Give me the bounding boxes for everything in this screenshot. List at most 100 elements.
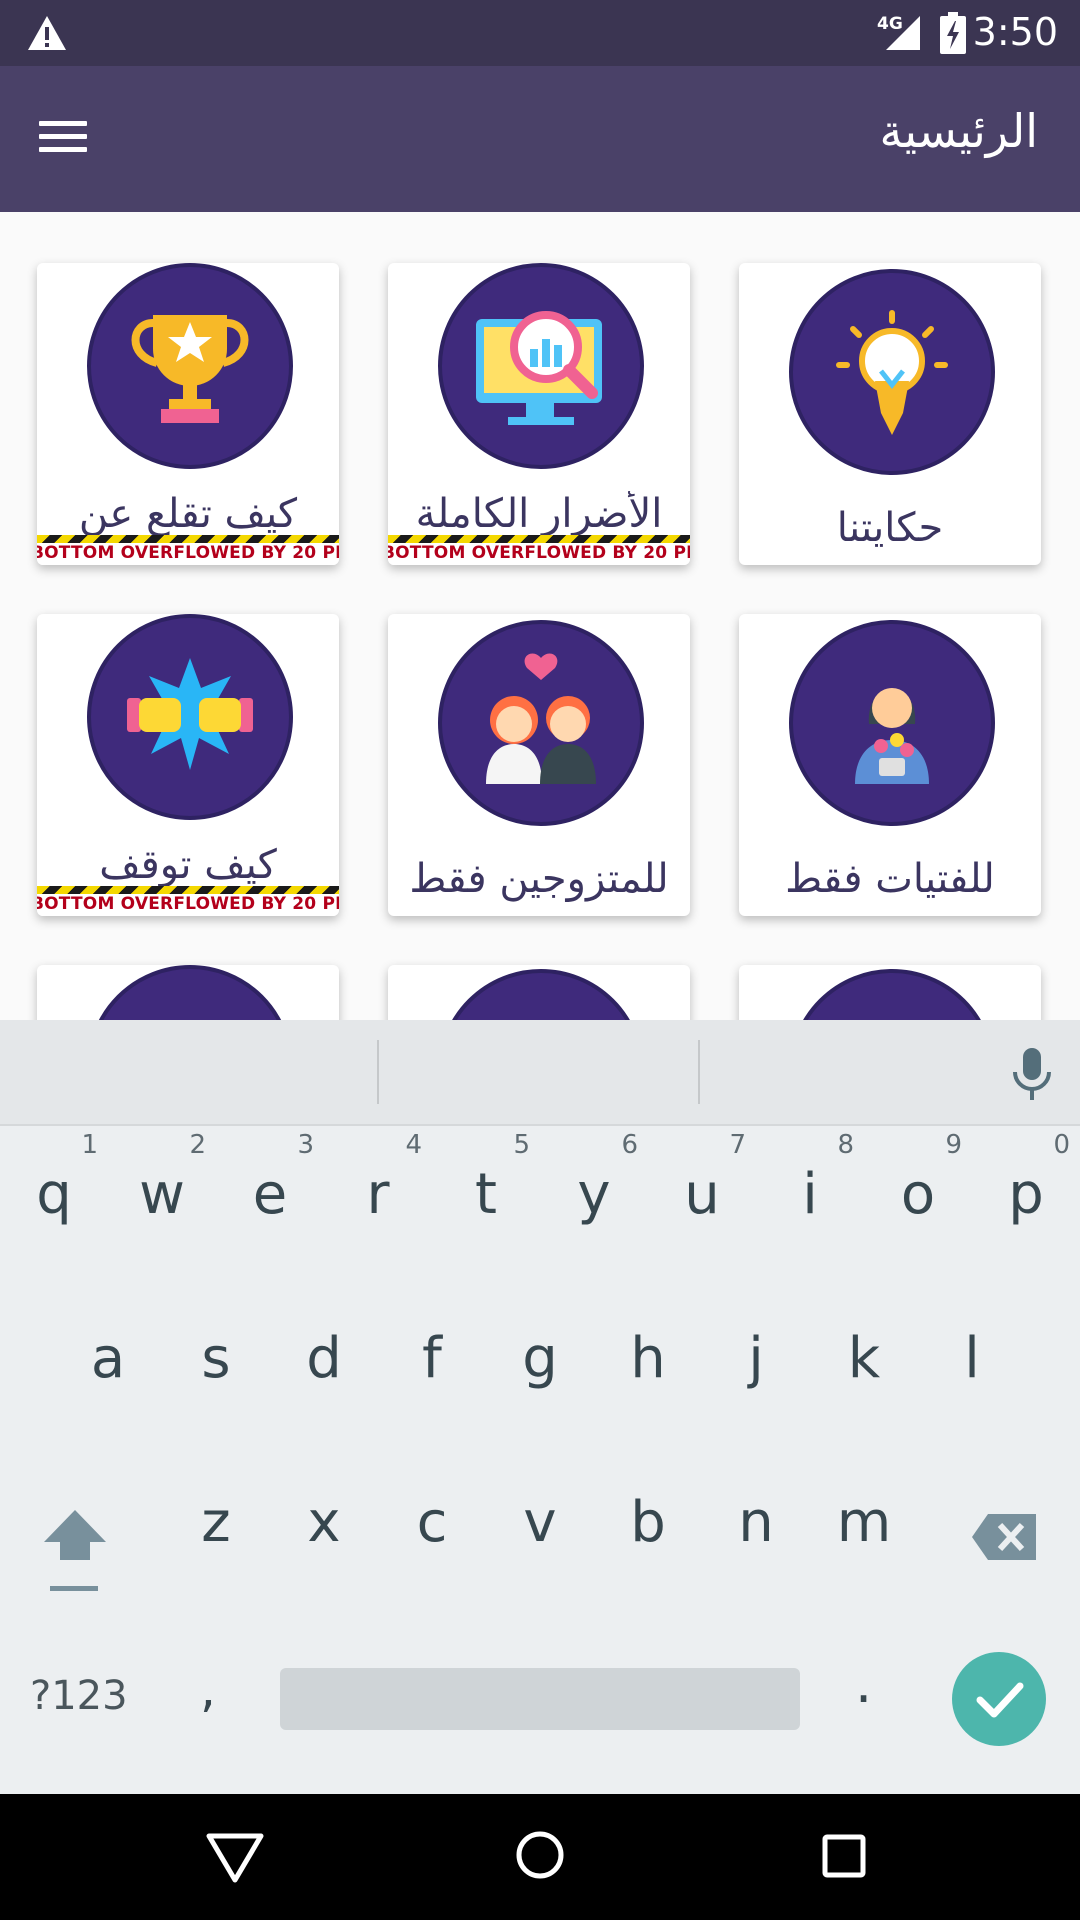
menu-icon-line (39, 147, 87, 152)
card-label: الأضرار الكاملة (415, 491, 663, 537)
monitor-analytics-icon (476, 311, 602, 425)
key-label: p (1008, 1162, 1044, 1227)
key-e[interactable]: 3e (216, 1124, 324, 1274)
key-label: z (201, 1490, 231, 1555)
key-label: m (836, 1490, 892, 1555)
key-y[interactable]: 6y (540, 1124, 648, 1274)
app-bar: الرئيسية (0, 66, 1080, 212)
warning-icon (28, 16, 66, 50)
key-label: w (139, 1162, 185, 1227)
key-label: a (90, 1326, 126, 1391)
key-d[interactable]: d (270, 1288, 378, 1438)
key-k[interactable]: k (810, 1288, 918, 1438)
card-icon-circle (789, 969, 995, 1020)
overflow-text: BOTTOM OVERFLOWED BY 20 PIXELS (37, 543, 339, 565)
woman-with-flowers-icon (855, 688, 929, 784)
key-label: t (475, 1162, 497, 1227)
key-w[interactable]: 2w (108, 1124, 216, 1274)
suggestion-divider (698, 1040, 700, 1104)
key-hint: 5 (513, 1130, 530, 1160)
overflow-warning: BOTTOM OVERFLOWED BY 20 PIXELS (37, 535, 339, 565)
key-g[interactable]: g (486, 1288, 594, 1438)
key-label: v (523, 1490, 557, 1555)
space-bar[interactable] (280, 1668, 800, 1730)
key-label: s (201, 1326, 231, 1391)
card-icon-circle (87, 263, 293, 469)
shift-icon[interactable] (40, 1504, 110, 1604)
key-label: l (964, 1326, 980, 1391)
key-label: o (900, 1162, 936, 1227)
overflow-warning: BOTTOM OVERFLOWED BY 20 PIXELS (37, 886, 339, 916)
key-label: e (252, 1162, 288, 1227)
card-label: للفتيات فقط (785, 856, 995, 902)
card-quit[interactable]: كيف تقلع عن BOTTOM OVERFLOWED BY 20 PIXE… (37, 263, 339, 565)
fist-bump-icon (127, 658, 253, 770)
key-r[interactable]: 4r (324, 1124, 432, 1274)
key-t[interactable]: 5t (432, 1124, 540, 1274)
card-our-stories[interactable]: حكايتنا (739, 263, 1041, 565)
back-icon[interactable] (205, 1832, 265, 1884)
enter-key[interactable] (952, 1652, 1046, 1746)
recent-apps-icon[interactable] (822, 1834, 866, 1878)
soft-keyboard: 1q2w3e4r5t6y7u8i9o0p asdfghjkl zxcvbnm ?… (0, 1020, 1080, 1794)
microphone-icon[interactable] (1004, 1044, 1060, 1104)
key-n[interactable]: n (702, 1452, 810, 1602)
card-partial[interactable] (739, 965, 1041, 1020)
key-f[interactable]: f (378, 1288, 486, 1438)
symbols-key[interactable]: ?123 (30, 1673, 128, 1719)
key-z[interactable]: z (162, 1452, 270, 1602)
home-icon[interactable] (515, 1830, 565, 1880)
key-hint: 3 (297, 1130, 314, 1160)
key-s[interactable]: s (162, 1288, 270, 1438)
key-label: n (738, 1490, 774, 1555)
trophy-icon (131, 315, 249, 423)
key-b[interactable]: b (594, 1452, 702, 1602)
card-how-to-stop[interactable]: كيف توقف BOTTOM OVERFLOWED BY 20 PIXELS (37, 614, 339, 916)
menu-button[interactable] (30, 113, 96, 165)
card-icon-circle (87, 965, 293, 1020)
card-partial[interactable] (37, 965, 339, 1020)
key-hint: 6 (621, 1130, 638, 1160)
card-icon-circle (789, 269, 995, 475)
card-label: كيف تقلع عن (78, 491, 298, 537)
card-icon-circle (438, 620, 644, 826)
period-key[interactable]: . (855, 1652, 872, 1715)
key-x[interactable]: x (270, 1452, 378, 1602)
key-label: y (577, 1162, 611, 1227)
card-label: حكايتنا (836, 505, 944, 551)
key-c[interactable]: c (378, 1452, 486, 1602)
card-label: للمتزوجين فقط (409, 856, 669, 902)
key-a[interactable]: a (54, 1288, 162, 1438)
menu-icon-line (39, 134, 87, 139)
backspace-icon[interactable] (970, 1508, 1040, 1568)
key-hint: 4 (405, 1130, 422, 1160)
check-icon (976, 1682, 1024, 1718)
key-j[interactable]: j (702, 1288, 810, 1438)
key-i[interactable]: 8i (756, 1124, 864, 1274)
key-label: j (748, 1326, 764, 1391)
key-u[interactable]: 7u (648, 1124, 756, 1274)
overflow-warning: BOTTOM OVERFLOWED BY 20 PIXELS (388, 535, 690, 565)
card-harms[interactable]: الأضرار الكاملة BOTTOM OVERFLOWED BY 20 … (388, 263, 690, 565)
key-hint: 8 (837, 1130, 854, 1160)
key-h[interactable]: h (594, 1288, 702, 1438)
key-v[interactable]: v (486, 1452, 594, 1602)
key-label: h (630, 1326, 666, 1391)
key-m[interactable]: m (810, 1452, 918, 1602)
key-p[interactable]: 0p (972, 1124, 1080, 1274)
suggestion-divider (377, 1040, 379, 1104)
navigation-bar (0, 1794, 1080, 1920)
comma-key[interactable]: , (200, 1660, 216, 1718)
key-o[interactable]: 9o (864, 1124, 972, 1274)
key-label: k (847, 1326, 881, 1391)
key-label: q (36, 1162, 72, 1227)
key-label: i (802, 1162, 818, 1227)
card-married-only[interactable]: للمتزوجين فقط (388, 614, 690, 916)
key-label: c (416, 1490, 448, 1555)
key-l[interactable]: l (918, 1288, 1026, 1438)
page-title: الرئيسية (879, 104, 1038, 158)
card-partial[interactable] (388, 965, 690, 1020)
key-label: r (366, 1162, 390, 1227)
card-girls-only[interactable]: للفتيات فقط (739, 614, 1041, 916)
key-q[interactable]: 1q (0, 1124, 108, 1274)
